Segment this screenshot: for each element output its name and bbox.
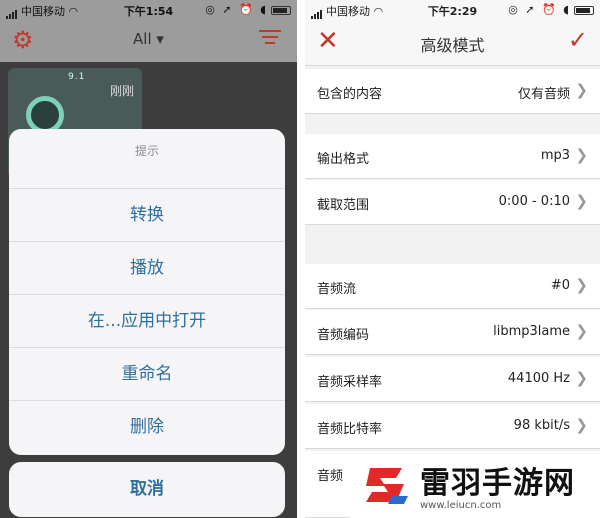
action-sheet: 提示 转换 播放 在...应用中打开 重命名 删除 [9,129,285,455]
chevron-right-icon: ❯ [575,146,588,164]
setting-label: 音频比特率 [317,422,383,437]
check-icon[interactable]: ✓ [568,27,588,53]
nav-bar: ✕ 高级模式 ✓ [305,20,600,66]
setting-value: 98 kbit/s [513,418,570,433]
setting-audio-codec[interactable]: 音频编码 libmp3lame ❯ [305,310,600,355]
watermark-logo: 雷羽手游网 www.leiucn.com [350,456,600,518]
setting-value: 44100 Hz [507,371,570,386]
action-play[interactable]: 播放 [9,242,285,295]
action-delete[interactable]: 删除 [9,401,285,454]
setting-label: 包含的内容 [317,87,383,102]
setting-audio-stream[interactable]: 音频流 #0 ❯ [305,264,600,309]
battery-icon [271,5,291,15]
page-title: 高级模式 [420,36,485,55]
setting-sample-rate[interactable]: 音频采样率 44100 Hz ❯ [305,357,600,402]
card-number: 9.1 [68,72,86,82]
setting-value: mp3 [540,148,570,163]
right-phone-screen: 中国移动 ◠ 下午2:29 ◎ ➚ ⏰ ◖ ✕ 高级模式 ✓ 包含的内容 仅有音… [305,0,600,518]
setting-content[interactable]: 包含的内容 仅有音频 ❯ [305,69,600,114]
setting-label: 音频采样率 [317,375,383,390]
setting-label: 音频编码 [317,328,370,343]
filter-icon[interactable] [259,30,281,48]
setting-label: 音频流 [317,282,357,297]
left-phone-screen: 中国移动 ◠ 下午1:54 ◎ ➚ ⏰ ◖ ⚙ All ▾ 9.1 刚刚 提示 … [0,0,297,518]
action-convert[interactable]: 转换 [9,189,285,242]
status-bar: 中国移动 ◠ 下午2:29 ◎ ➚ ⏰ ◖ [305,0,600,20]
watermark-icon [366,468,408,504]
screenshot-root: 中国移动 ◠ 下午1:54 ◎ ➚ ⏰ ◖ ⚙ All ▾ 9.1 刚刚 提示 … [0,0,600,518]
setting-value: #0 [550,278,570,293]
status-bar: 中国移动 ◠ 下午1:54 ◎ ➚ ⏰ ◖ [0,0,297,20]
setting-value: 仅有音频 [517,87,570,102]
setting-label: 音频 [317,469,344,484]
cancel-button[interactable]: 取消 [9,462,285,517]
chevron-right-icon: ❯ [575,322,588,340]
left-header: 中国移动 ◠ 下午1:54 ◎ ➚ ⏰ ◖ ⚙ All ▾ [0,0,297,62]
setting-bitrate[interactable]: 音频比特率 98 kbit/s ❯ [305,404,600,449]
chevron-right-icon: ❯ [575,276,588,294]
chevron-right-icon: ❯ [575,81,588,99]
action-open-in[interactable]: 在...应用中打开 [9,295,285,348]
chevron-right-icon: ❯ [575,192,588,210]
setting-value: libmp3lame [493,324,570,339]
action-sheet-title: 提示 [9,129,285,189]
status-icons: ◎ ➚ ⏰ ◖ [508,3,594,16]
watermark-url: www.leiucn.com [420,500,502,511]
watermark-title: 雷羽手游网 [420,466,575,501]
battery-icon [574,5,594,15]
chevron-right-icon: ❯ [575,369,588,387]
action-rename[interactable]: 重命名 [9,348,285,401]
status-icons: ◎ ➚ ⏰ ◖ [205,3,291,16]
setting-trim-range[interactable]: 截取范围 0:00 - 0:10 ❯ [305,180,600,225]
setting-output-format[interactable]: 输出格式 mp3 ❯ [305,134,600,179]
card-timestamp: 刚刚 [109,84,134,98]
setting-value: 0:00 - 0:10 [498,194,570,209]
chevron-right-icon: ❯ [575,416,588,434]
setting-label: 截取范围 [317,198,370,213]
setting-label: 输出格式 [317,152,370,167]
filter-dropdown[interactable]: All ▾ [0,30,297,48]
